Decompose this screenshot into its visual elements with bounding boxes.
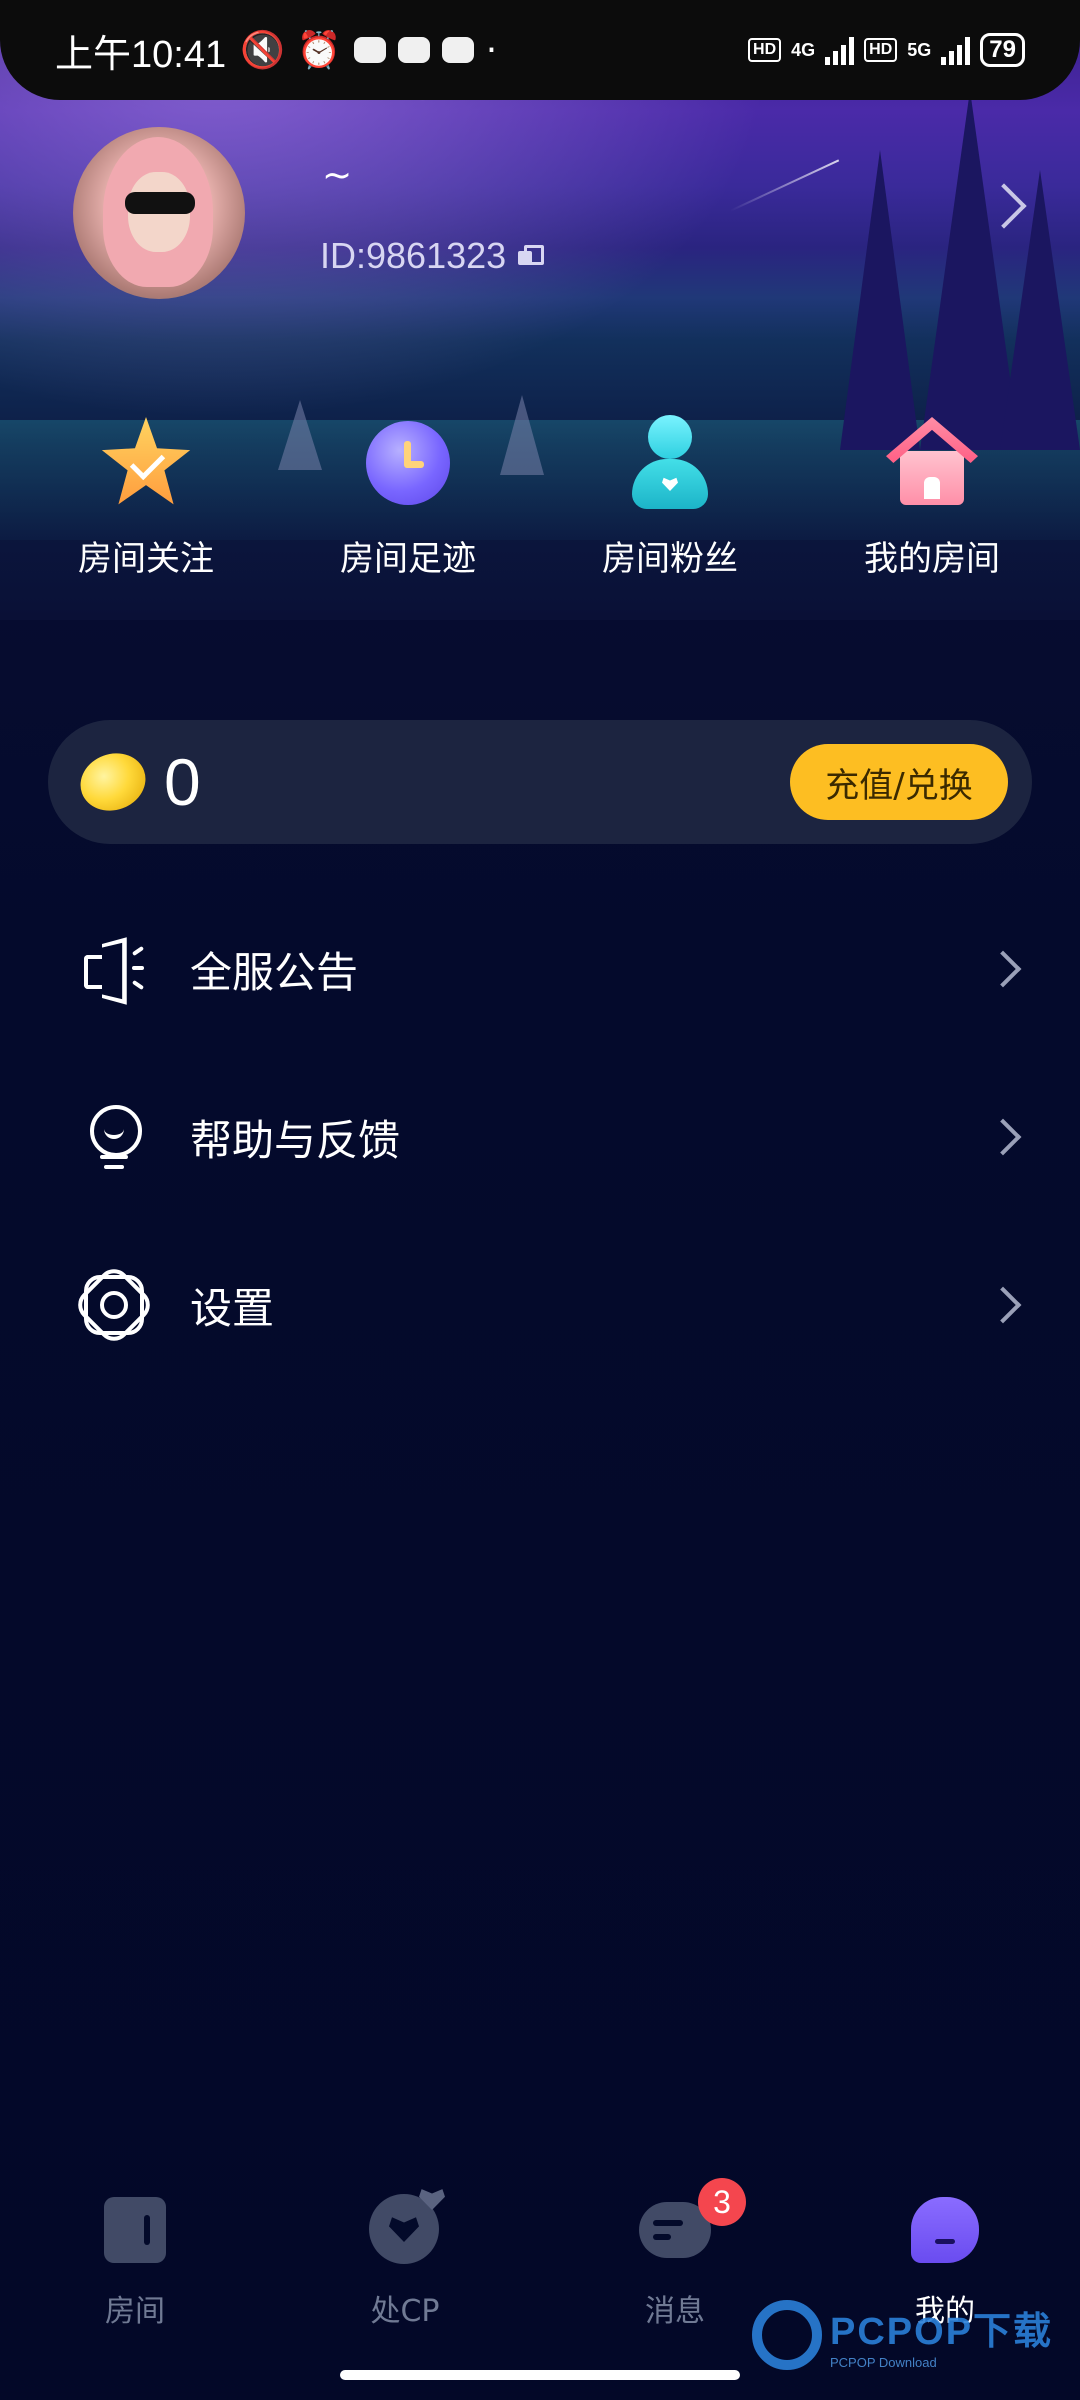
app-notification-icon [397,37,430,63]
chevron-right-icon [984,1286,1022,1324]
status-bar: 上午10:41 🔇 ⏰ · HD 4G HD 5G 79 [0,0,1080,100]
quick-action-room-fans[interactable]: 房间粉丝 [539,415,801,580]
user-id: ID:9861323 [320,235,545,277]
quick-action-my-room[interactable]: 我的房间 [801,415,1063,580]
home-indicator[interactable] [340,2370,740,2380]
watermark-text: PCPOP下载 [830,2311,1054,2353]
pcpop-logo-icon [752,2300,822,2370]
menu-item-announcement[interactable]: 全服公告 [0,885,1080,1053]
wechat-notification-icon [441,37,474,63]
battery-icon: 79 [980,33,1025,67]
speaker-icon [80,935,148,1005]
clock-icon [360,415,456,511]
chevron-right-icon [984,950,1022,988]
user-id-text: ID:9861323 [320,235,507,276]
menu-item-settings[interactable]: 设置 [0,1221,1080,1389]
quick-action-label: 房间足迹 [340,539,476,579]
quick-action-room-follow[interactable]: 房间关注 [15,415,277,580]
signal-icon [825,35,855,65]
room-icon [99,2194,171,2266]
menu-item-label: 全服公告 [190,947,359,997]
username: ~ [322,155,353,196]
signal-icon [941,35,971,65]
more-notifications-dot: · [485,29,498,71]
bulb-icon [80,1103,148,1171]
watermark-subtext: PCPOP Download [830,2355,937,2370]
hd-icon: HD [748,38,782,62]
app-notification-icon [353,37,386,63]
recharge-button[interactable]: 充值/兑换 [790,744,1008,820]
quick-action-label: 房间粉丝 [602,539,738,579]
wallet-bar: 0 充值/兑换 [48,720,1032,844]
person-icon [622,415,718,511]
menu-item-label: 设置 [190,1283,275,1333]
profile-icon [909,2194,981,2266]
network-type-5g: 5G [907,39,932,60]
nav-tab-label: 房间 [105,2294,165,2329]
cp-heart-icon [369,2189,445,2266]
chevron-right-icon [984,1118,1022,1156]
mute-icon: 🔇 [240,30,285,71]
avatar[interactable] [73,127,245,299]
my-profile-screen: 上午10:41 🔇 ⏰ · HD 4G HD 5G 79 ~ ID:986132… [0,0,1080,2400]
star-icon [98,415,194,511]
watermark: PCPOP下载 PCPOP Download [752,2300,1053,2370]
gear-icon [71,1262,157,1348]
hd-icon: HD [864,38,898,62]
house-icon [884,415,980,511]
nav-tab-label: 处CP [370,2294,440,2329]
quick-action-room-history[interactable]: 房间足迹 [277,415,539,580]
coin-icon [72,744,154,820]
network-type-4g: 4G [791,39,816,60]
copy-icon[interactable] [518,245,545,267]
menu-item-label: 帮助与反馈 [190,1115,401,1165]
coin-balance: 0 [164,745,201,819]
alarm-icon: ⏰ [296,30,342,71]
status-time: 上午10:41 [55,33,227,76]
nav-tab-cp[interactable]: 处CP [270,2170,540,2350]
nav-tab-room[interactable]: 房间 [0,2170,270,2350]
settings-menu: 全服公告 帮助与反馈 设置 [0,885,1080,1389]
menu-item-help-feedback[interactable]: 帮助与反馈 [0,1053,1080,1221]
quick-action-label: 我的房间 [864,539,1000,579]
quick-action-label: 房间关注 [78,539,214,579]
quick-actions: 房间关注 房间足迹 房间粉丝 我的房间 [0,415,1080,580]
unread-badge: 3 [698,2178,746,2226]
nav-tab-label: 消息 [645,2294,705,2329]
